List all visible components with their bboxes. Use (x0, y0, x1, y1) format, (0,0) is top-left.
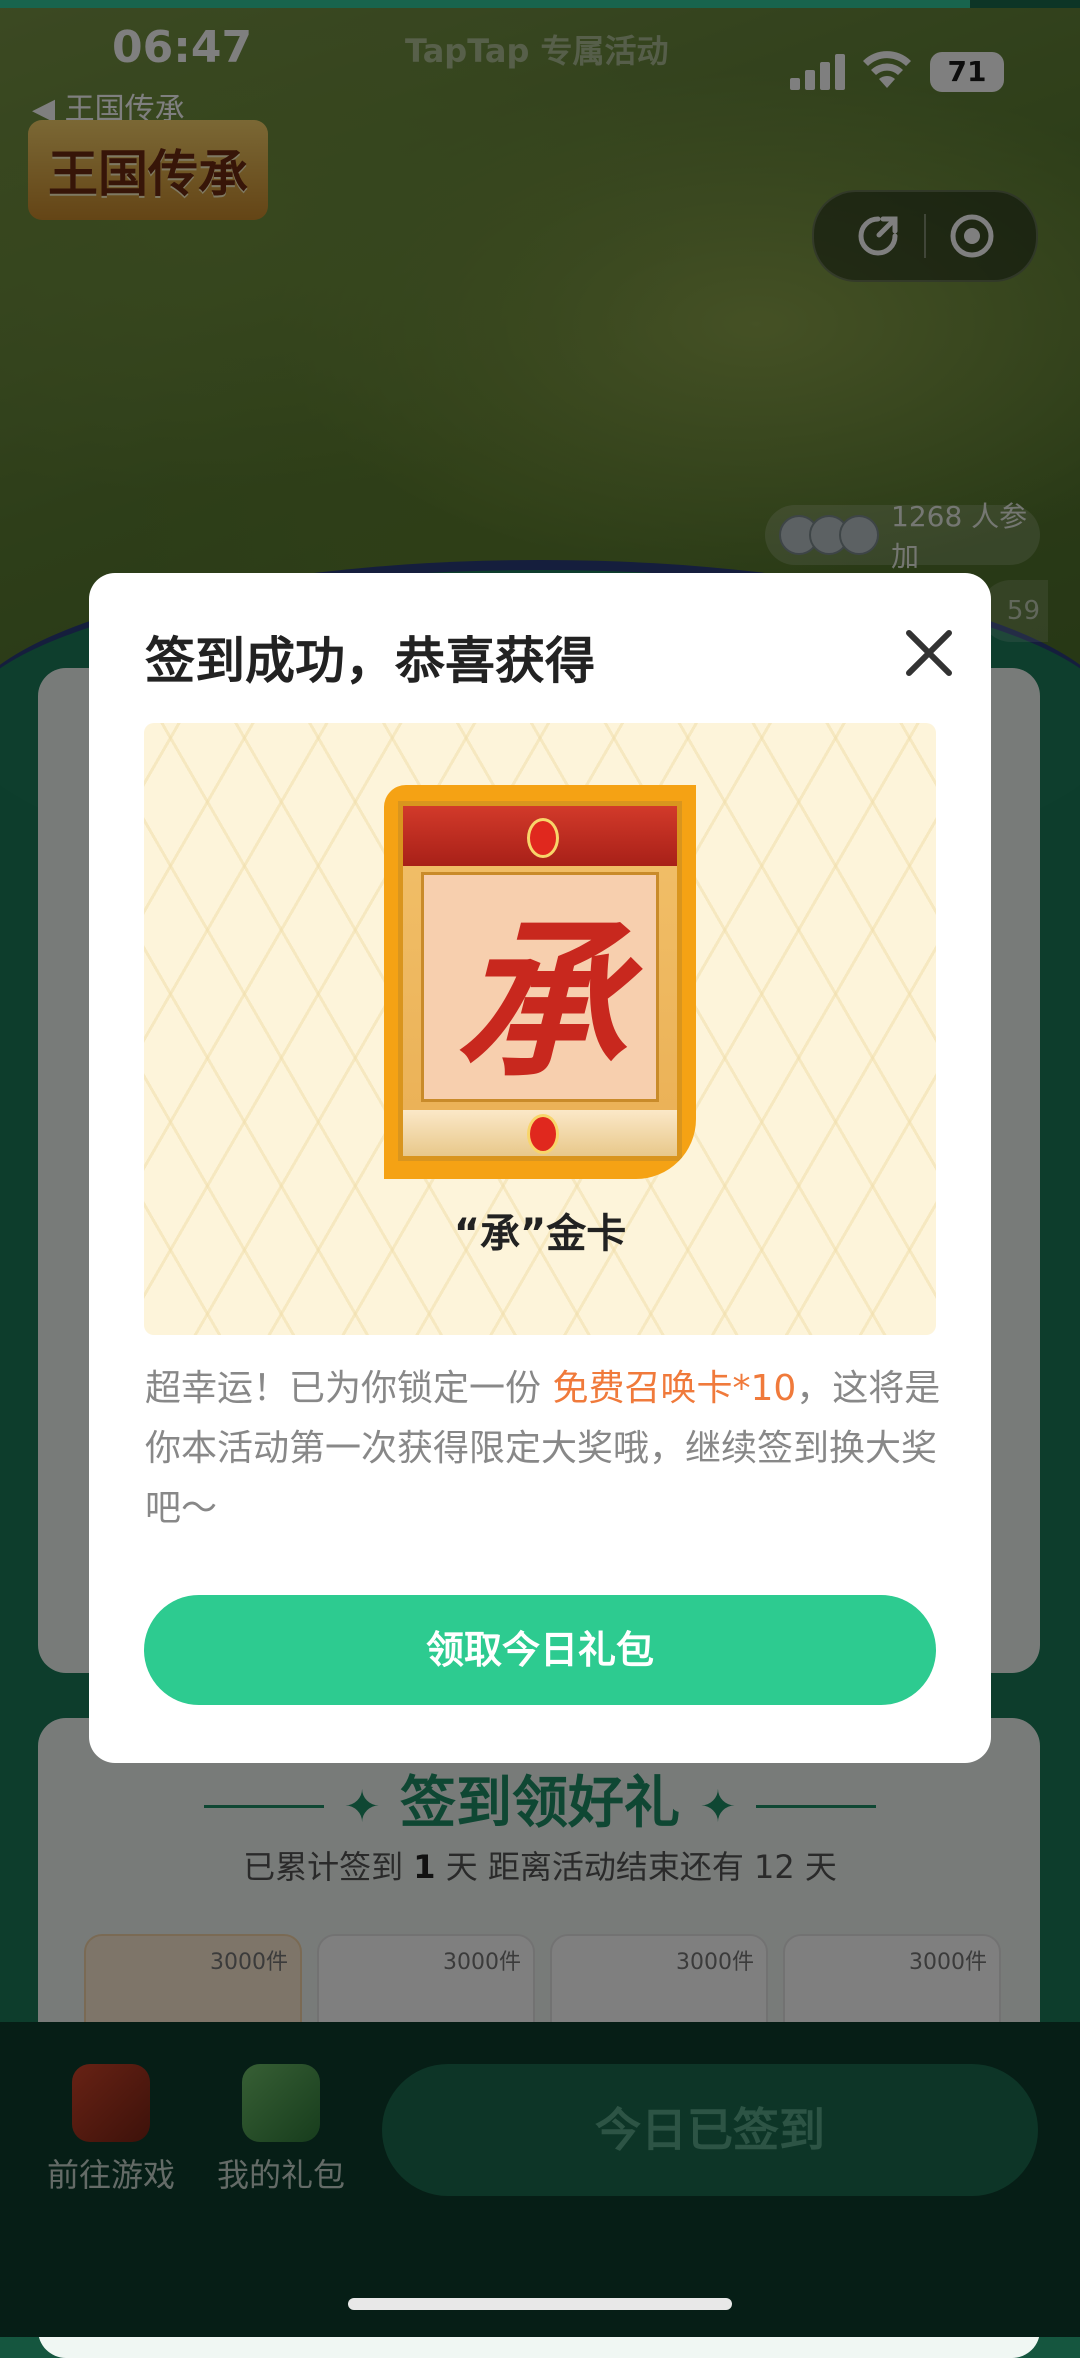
claim-gift-button[interactable]: 领取今日礼包 (144, 1595, 936, 1705)
card-glyph: 承 (421, 872, 659, 1102)
card-gem (527, 818, 559, 858)
reward-panel: 承 “承”金卡 (144, 723, 936, 1335)
home-indicator[interactable] (348, 2298, 732, 2310)
reward-name: “承”金卡 (453, 1211, 627, 1257)
close-icon[interactable] (901, 625, 957, 681)
checkin-success-dialog: 签到成功，恭喜获得 承 “承”金卡 超幸运！已为你锁定一份 免费召唤卡*10，这… (89, 573, 991, 1763)
gold-card-image: 承 (384, 785, 696, 1179)
card-gem (527, 1114, 559, 1154)
card-frame: 承 (398, 801, 682, 1161)
desc-before: 超幸运！已为你锁定一份 (145, 1368, 553, 1409)
desc-highlight: 免费召唤卡*10 (552, 1368, 797, 1409)
dialog-title: 签到成功，恭喜获得 (145, 632, 595, 690)
dialog-description: 超幸运！已为你锁定一份 免费召唤卡*10，这将是你本活动第一次获得限定大奖哦，继… (145, 1359, 945, 1539)
